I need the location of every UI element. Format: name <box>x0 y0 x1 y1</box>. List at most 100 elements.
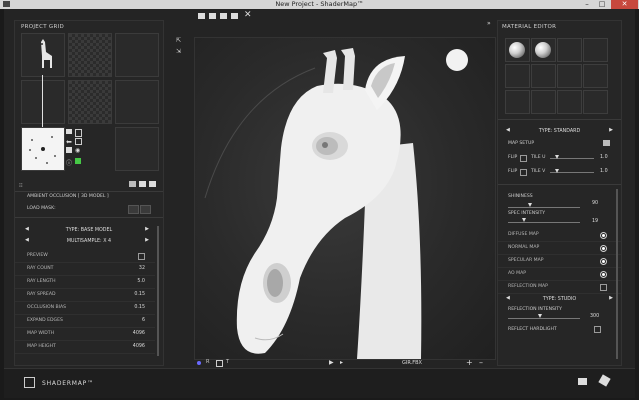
specular-map-toggle[interactable] <box>600 258 607 265</box>
prop-value[interactable]: 4096 <box>133 341 145 353</box>
material-slot[interactable] <box>583 90 608 114</box>
material-slot[interactable] <box>531 90 556 114</box>
type-selector[interactable]: ◀ TYPE: BASE MODEL ▶ <box>15 224 163 235</box>
prop-row[interactable]: MAP WIDTH 4096 <box>15 328 155 341</box>
map-toggle-row[interactable]: AO MAP <box>498 268 621 281</box>
material-slot[interactable] <box>557 90 582 114</box>
arrow-right-icon[interactable]: ▶ <box>609 125 613 136</box>
close-button[interactable]: ✕ <box>611 0 638 9</box>
material-slot[interactable] <box>531 64 556 88</box>
pointer-tool-icon[interactable]: ⇱ <box>176 37 181 44</box>
rotate-icon[interactable]: R <box>206 359 209 365</box>
grid-cell-empty[interactable] <box>115 33 159 77</box>
right-scrollbar[interactable] <box>616 189 618 359</box>
frame-icon[interactable] <box>216 360 223 367</box>
prop-value[interactable]: 32 <box>139 263 145 275</box>
prop-value[interactable]: 4096 <box>133 328 145 340</box>
arrow-right-icon[interactable]: ▶ <box>145 224 149 235</box>
prop-row[interactable]: MAP HEIGHT 4096 <box>15 341 155 354</box>
prop-row[interactable]: OCCLUSION BIAS 0.15 <box>15 302 155 315</box>
prop-row[interactable]: RAY LENGTH 5.0 <box>15 276 155 289</box>
material-slot[interactable] <box>505 64 530 88</box>
load-mask-button[interactable] <box>128 205 139 214</box>
grid-cell-ao-map[interactable] <box>21 127 65 171</box>
material-slot[interactable] <box>557 38 582 62</box>
material-slot[interactable] <box>505 38 530 62</box>
prop-value[interactable]: 0.15 <box>134 289 145 301</box>
export-icon[interactable] <box>231 13 238 19</box>
open-file-icon[interactable] <box>209 13 216 19</box>
save-icon[interactable] <box>66 147 72 153</box>
reflection-intensity-slider-knob[interactable] <box>538 314 542 318</box>
grid-cell-empty[interactable] <box>21 80 65 124</box>
zoom-in-icon[interactable]: + <box>466 358 473 367</box>
arrow-left-icon[interactable]: ◀ <box>506 293 510 304</box>
clear-mask-button[interactable] <box>140 205 151 214</box>
tile-u-slider-knob[interactable] <box>555 155 559 159</box>
resize-tool-icon[interactable]: ⇲ <box>176 48 181 55</box>
material-slot[interactable] <box>583 64 608 88</box>
info-icon[interactable]: ⓘ <box>66 158 72 167</box>
folder-icon[interactable] <box>129 181 136 187</box>
prop-value[interactable]: 0.15 <box>134 302 145 314</box>
lock-icon[interactable] <box>66 129 72 134</box>
arrow-right-icon[interactable]: ▶ <box>145 235 149 246</box>
reflection-intensity-slider[interactable] <box>508 318 580 319</box>
arrow-left-icon[interactable]: ◀ <box>25 224 29 235</box>
prop-row[interactable]: RAY COUNT 32 <box>15 263 155 276</box>
arrow-left-icon[interactable]: ⬅ <box>66 138 72 146</box>
flip-u-checkbox[interactable] <box>520 155 527 162</box>
maximize-button[interactable]: □ <box>595 0 609 9</box>
multisample-selector[interactable]: ◀ MULTISAMPLE: X 4 ▶ <box>15 235 163 246</box>
3d-viewport[interactable] <box>194 37 496 360</box>
map-toggle-row[interactable]: DIFFUSE MAP <box>498 229 621 242</box>
spec-intensity-slider[interactable] <box>508 222 580 223</box>
save-icon[interactable] <box>139 181 146 187</box>
prop-row-preview[interactable]: PREVIEW <box>15 250 155 263</box>
shininess-slider-knob[interactable] <box>528 203 532 207</box>
arrow-left-icon[interactable]: ◀ <box>25 235 29 246</box>
new-file-icon[interactable] <box>198 13 205 19</box>
grid-cell-empty[interactable] <box>68 33 112 77</box>
collapse-icon[interactable]: » <box>487 20 491 27</box>
arrow-left-icon[interactable]: ◀ <box>506 125 510 136</box>
map-toggle-row[interactable]: NORMAL MAP <box>498 242 621 255</box>
tools-icon[interactable]: ✕ <box>244 10 252 20</box>
grid-menu-icon[interactable]: ⁝⁝ <box>19 182 23 189</box>
grid-view-icon[interactable] <box>149 181 156 187</box>
prop-value[interactable]: 5.0 <box>137 276 145 288</box>
eye-icon[interactable]: ◉ <box>75 147 80 154</box>
material-slot[interactable] <box>531 38 556 62</box>
map-toggle-row[interactable]: SPECULAR MAP <box>498 255 621 268</box>
minimize-button[interactable]: – <box>580 0 594 9</box>
spec-intensity-slider-knob[interactable] <box>522 218 526 222</box>
arrow-right-icon[interactable]: ▶ <box>609 293 613 304</box>
color-dot-icon[interactable] <box>197 361 201 365</box>
spec-intensity-value[interactable]: 19 <box>592 219 598 224</box>
left-scrollbar[interactable] <box>157 226 159 356</box>
texture-icon[interactable]: T <box>226 359 229 365</box>
normal-map-icon[interactable] <box>75 129 82 137</box>
play-icon[interactable]: ▶ <box>329 359 334 366</box>
grid-cell-model[interactable] <box>21 33 65 77</box>
grid-cell-empty[interactable] <box>68 80 112 124</box>
shininess-slider[interactable] <box>508 207 580 208</box>
preview-checkbox[interactable] <box>138 253 145 260</box>
map-setup-icon[interactable] <box>603 140 610 146</box>
normal-map-toggle[interactable] <box>600 245 607 252</box>
shininess-value[interactable]: 90 <box>592 201 598 206</box>
save-file-icon[interactable] <box>220 13 227 19</box>
toggle-icon[interactable] <box>75 138 82 145</box>
tile-v-slider-knob[interactable] <box>555 169 559 173</box>
prop-value[interactable]: 6 <box>142 315 145 327</box>
grid-cell-empty[interactable] <box>115 80 159 124</box>
material-type-selector[interactable]: ◀ TYPE: STANDARD ▶ <box>498 125 621 136</box>
reflection-map-checkbox[interactable] <box>600 284 607 291</box>
zoom-out-icon[interactable]: – <box>479 358 483 367</box>
diffuse-map-toggle[interactable] <box>600 232 607 239</box>
prop-row[interactable]: RAY SPREAD 0.15 <box>15 289 155 302</box>
tile-v-value[interactable]: 1.0 <box>600 169 608 174</box>
monitor-icon[interactable] <box>578 378 587 385</box>
reflection-intensity-value[interactable]: 300 <box>590 314 599 319</box>
prop-row[interactable]: EXPAND EDGES 6 <box>15 315 155 328</box>
